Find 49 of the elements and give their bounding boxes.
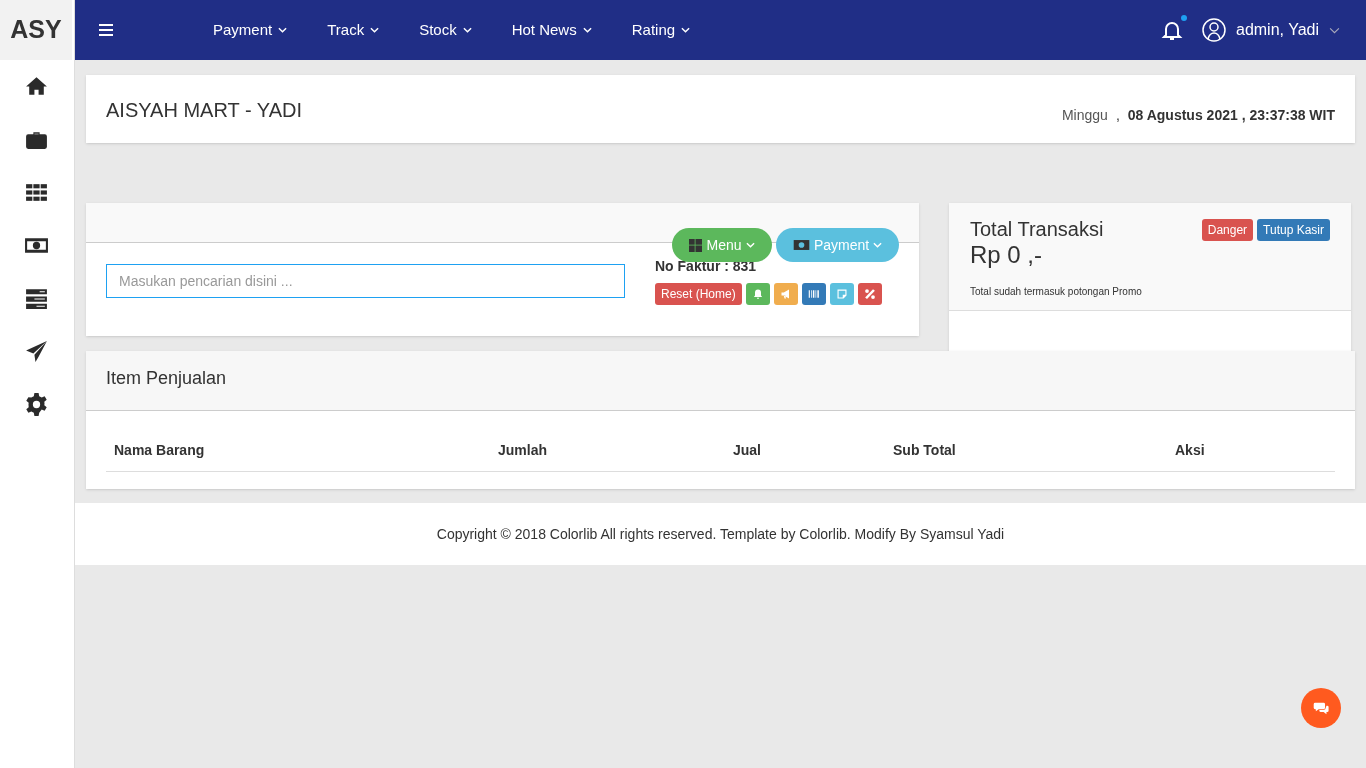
barcode-icon bbox=[807, 288, 820, 300]
user-menu[interactable]: admin, Yadi bbox=[1236, 18, 1340, 42]
nav-menu[interactable]: Hot News bbox=[511, 18, 592, 42]
menu-icon[interactable] bbox=[99, 24, 113, 36]
column-header: Aksi bbox=[1175, 441, 1206, 460]
bell-icon bbox=[751, 288, 764, 300]
banknote-icon bbox=[792, 239, 810, 251]
column-header: Jual bbox=[733, 441, 762, 460]
caret-icon bbox=[462, 27, 472, 33]
search-field[interactable]: Masukan pencarian disini ... bbox=[106, 264, 625, 298]
datetime-text: 08 Agustus 2021 , 23:37:38 WIT bbox=[1127, 106, 1335, 125]
server-icon[interactable] bbox=[23, 286, 49, 311]
copyright-text: Copyright © 2018 Colorlib All rights reserved. Template by Colorlib. Modify By Syamsul Yadi bbox=[436, 524, 1005, 544]
chat-button[interactable] bbox=[1301, 688, 1341, 728]
close-register-button[interactable]: Tutup Kasir bbox=[1257, 219, 1330, 241]
caret-icon bbox=[370, 27, 380, 33]
megaphone-icon bbox=[779, 288, 792, 300]
percent-button[interactable] bbox=[857, 283, 882, 305]
total-title: Total Transaksi bbox=[970, 217, 1105, 241]
day-text: Minggu bbox=[1061, 106, 1108, 125]
caret-icon bbox=[582, 27, 592, 33]
caret-icon bbox=[1329, 26, 1340, 34]
caret-icon bbox=[681, 27, 691, 33]
column-header: Sub Total bbox=[893, 441, 957, 460]
note-icon bbox=[835, 288, 848, 300]
total-amount: Rp 0 ,- bbox=[970, 241, 1044, 269]
page-title: AISYAH MART - YADI bbox=[106, 98, 302, 123]
brand-logo[interactable]: ASY bbox=[0, 0, 72, 60]
total-note: Total sudah termasuk potongan Promo bbox=[970, 285, 1142, 299]
user-icon[interactable] bbox=[1202, 18, 1226, 42]
windows-icon bbox=[689, 238, 703, 252]
items-title: Item Penjualan bbox=[106, 368, 227, 388]
nav-menu[interactable]: Rating bbox=[631, 18, 691, 42]
bell-icon[interactable] bbox=[1160, 18, 1184, 42]
nav-menu[interactable]: Track bbox=[327, 18, 380, 42]
percent-icon bbox=[863, 288, 876, 300]
separator-text: , bbox=[1115, 106, 1120, 125]
paper-plane-icon[interactable] bbox=[23, 339, 49, 364]
danger-button[interactable]: Danger bbox=[1201, 219, 1254, 241]
gear-icon[interactable] bbox=[23, 392, 49, 417]
reset-button[interactable]: Reset (Home) bbox=[655, 283, 742, 305]
caret-icon bbox=[745, 242, 755, 248]
column-header: Jumlah bbox=[498, 441, 548, 460]
caret-icon bbox=[278, 27, 288, 33]
caret-icon bbox=[873, 242, 883, 248]
nav-menu[interactable]: Payment bbox=[213, 18, 288, 42]
column-header: Nama Barang bbox=[114, 441, 206, 460]
barcode-button[interactable] bbox=[801, 283, 826, 305]
nav-menu[interactable]: Stock bbox=[419, 18, 472, 42]
